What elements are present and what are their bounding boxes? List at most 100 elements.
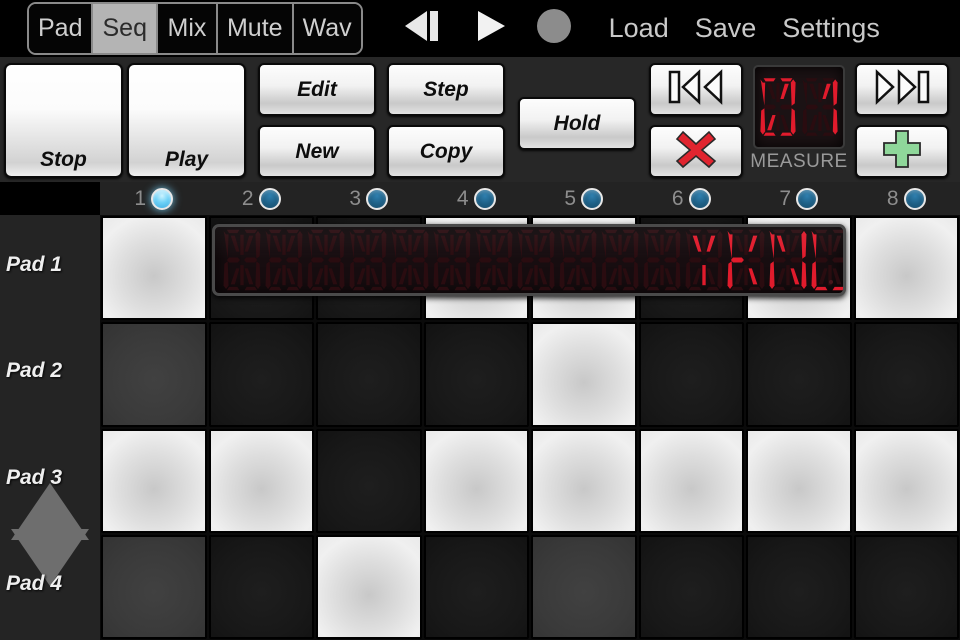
edit-button[interactable]: Edit: [258, 63, 376, 116]
pad-cell-r4c3[interactable]: [316, 534, 422, 639]
menu-item-load[interactable]: Load: [609, 13, 669, 44]
pad-cell-r3c8[interactable]: [853, 428, 959, 533]
pad-cell-r2c5[interactable]: [531, 322, 637, 427]
step-indicator-2[interactable]: 2: [208, 182, 316, 215]
step-number-label: 5: [564, 186, 577, 210]
step-indicator-row: 1 2 3 4 5 6 7 8: [100, 182, 960, 215]
copy-button-label: Copy: [419, 139, 473, 163]
pad-cell-r4c2[interactable]: [208, 534, 314, 639]
pad-cell-r4c6[interactable]: [638, 534, 744, 639]
pad-cell-r3c2[interactable]: [208, 428, 314, 533]
led-character: [725, 227, 767, 293]
led-character: [473, 227, 515, 293]
pad-cell-r3c4[interactable]: [423, 428, 529, 533]
play-button-label: Play: [164, 148, 209, 171]
pad-cell-r2c4[interactable]: [423, 322, 529, 427]
copy-button[interactable]: Copy: [387, 125, 505, 178]
skip-to-start-button[interactable]: [649, 63, 743, 116]
pad-cell-r2c3[interactable]: [316, 322, 422, 427]
stop-button[interactable]: Stop: [4, 63, 123, 178]
pad-cell-r3c3[interactable]: [316, 428, 422, 533]
step-indicator-8[interactable]: 8: [853, 182, 960, 215]
step-button[interactable]: Step: [387, 63, 505, 116]
prev-icon[interactable]: [401, 9, 447, 48]
pad-cell-r3c6[interactable]: [638, 428, 744, 533]
pad-cell-r1c8[interactable]: [853, 216, 959, 321]
new-button[interactable]: New: [258, 125, 376, 178]
tab-wav[interactable]: Wav: [293, 4, 361, 53]
step-indicator-6[interactable]: 6: [638, 182, 746, 215]
step-number-label: 4: [456, 186, 469, 210]
led-character: [557, 227, 599, 293]
pad-cell-r3c7[interactable]: [746, 428, 852, 533]
add-measure-button[interactable]: [855, 125, 949, 178]
step-led[interactable]: [366, 187, 389, 210]
pad-cell-r4c7[interactable]: [746, 534, 852, 639]
step-led[interactable]: [258, 187, 281, 210]
measure-label: MEASURE: [750, 151, 848, 172]
step-indicator-1[interactable]: 1: [100, 182, 208, 215]
led-character: [305, 227, 347, 293]
pattern-name-display[interactable]: [212, 224, 846, 296]
led-character: [347, 227, 389, 293]
pad-cell-r2c7[interactable]: [746, 322, 852, 427]
play-icon[interactable]: [473, 9, 509, 48]
tab-seq[interactable]: Seq: [93, 4, 158, 53]
step-indicator-3[interactable]: 3: [315, 182, 423, 215]
menu-item-settings[interactable]: Settings: [782, 13, 880, 44]
led-character: [767, 227, 809, 293]
skip-to-end-icon: [871, 67, 933, 113]
display-dot-icon: [829, 280, 833, 284]
menu-item-save[interactable]: Save: [695, 13, 757, 44]
step-indicator-7[interactable]: 7: [745, 182, 853, 215]
record-icon[interactable]: [535, 7, 573, 50]
tab-mix[interactable]: Mix: [157, 4, 218, 53]
pad-cell-r4c4[interactable]: [423, 534, 529, 639]
tab-pad[interactable]: Pad: [29, 4, 94, 53]
pad-cell-r2c8[interactable]: [853, 322, 959, 427]
step-led[interactable]: [903, 187, 926, 210]
play-button[interactable]: Play: [127, 63, 246, 178]
delete-x-icon: [673, 128, 719, 176]
hold-button[interactable]: Hold: [518, 97, 636, 150]
step-led[interactable]: [151, 187, 174, 210]
step-led[interactable]: [581, 187, 604, 210]
tab-label: Mix: [167, 14, 207, 42]
led-character: [758, 74, 798, 140]
sequencer-app: Pad Seq Mix Mute Wav Load Save Settings: [0, 0, 960, 640]
step-led[interactable]: [688, 187, 711, 210]
pad-cell-r4c5[interactable]: [531, 534, 637, 639]
measure-led-display: [753, 65, 845, 149]
pad-cell-r3c5[interactable]: [531, 428, 637, 533]
control-panel: Stop Play Edit Step New Copy Hold MEASUR…: [0, 57, 960, 182]
menu-items: Load Save Settings: [609, 13, 880, 44]
tab-mute[interactable]: Mute: [217, 4, 294, 53]
pad-cell-r3c1[interactable]: [101, 428, 207, 533]
step-number-label: 8: [886, 186, 899, 210]
new-button-label: New: [295, 139, 339, 163]
led-character: [800, 74, 840, 140]
pad-row-label-1: Pad 1: [6, 253, 63, 276]
pad-cell-r4c8[interactable]: [853, 534, 959, 639]
step-number-label: 7: [779, 186, 792, 210]
pad-cell-r2c6[interactable]: [638, 322, 744, 427]
delete-measure-button[interactable]: [649, 125, 743, 178]
skip-to-end-button[interactable]: [855, 63, 949, 116]
pad-cell-r4c1[interactable]: [101, 534, 207, 639]
pad-row-label-3: Pad 3: [6, 465, 63, 489]
tab-label: Wav: [302, 14, 352, 42]
led-character: [221, 227, 263, 293]
top-menu-bar: Pad Seq Mix Mute Wav Load Save Settings: [0, 0, 960, 57]
step-indicator-5[interactable]: 5: [530, 182, 638, 215]
step-indicator-4[interactable]: 4: [423, 182, 531, 215]
led-character: [809, 227, 843, 293]
led-character: [431, 227, 473, 293]
step-led[interactable]: [796, 187, 819, 210]
pad-cell-r2c1[interactable]: [101, 322, 207, 427]
pad-cell-r1c1[interactable]: [101, 216, 207, 321]
led-character: [683, 227, 725, 293]
pad-cell-r2c2[interactable]: [208, 322, 314, 427]
step-led[interactable]: [473, 187, 496, 210]
step-number-label: 2: [241, 186, 254, 210]
step-number-label: 6: [671, 186, 684, 210]
